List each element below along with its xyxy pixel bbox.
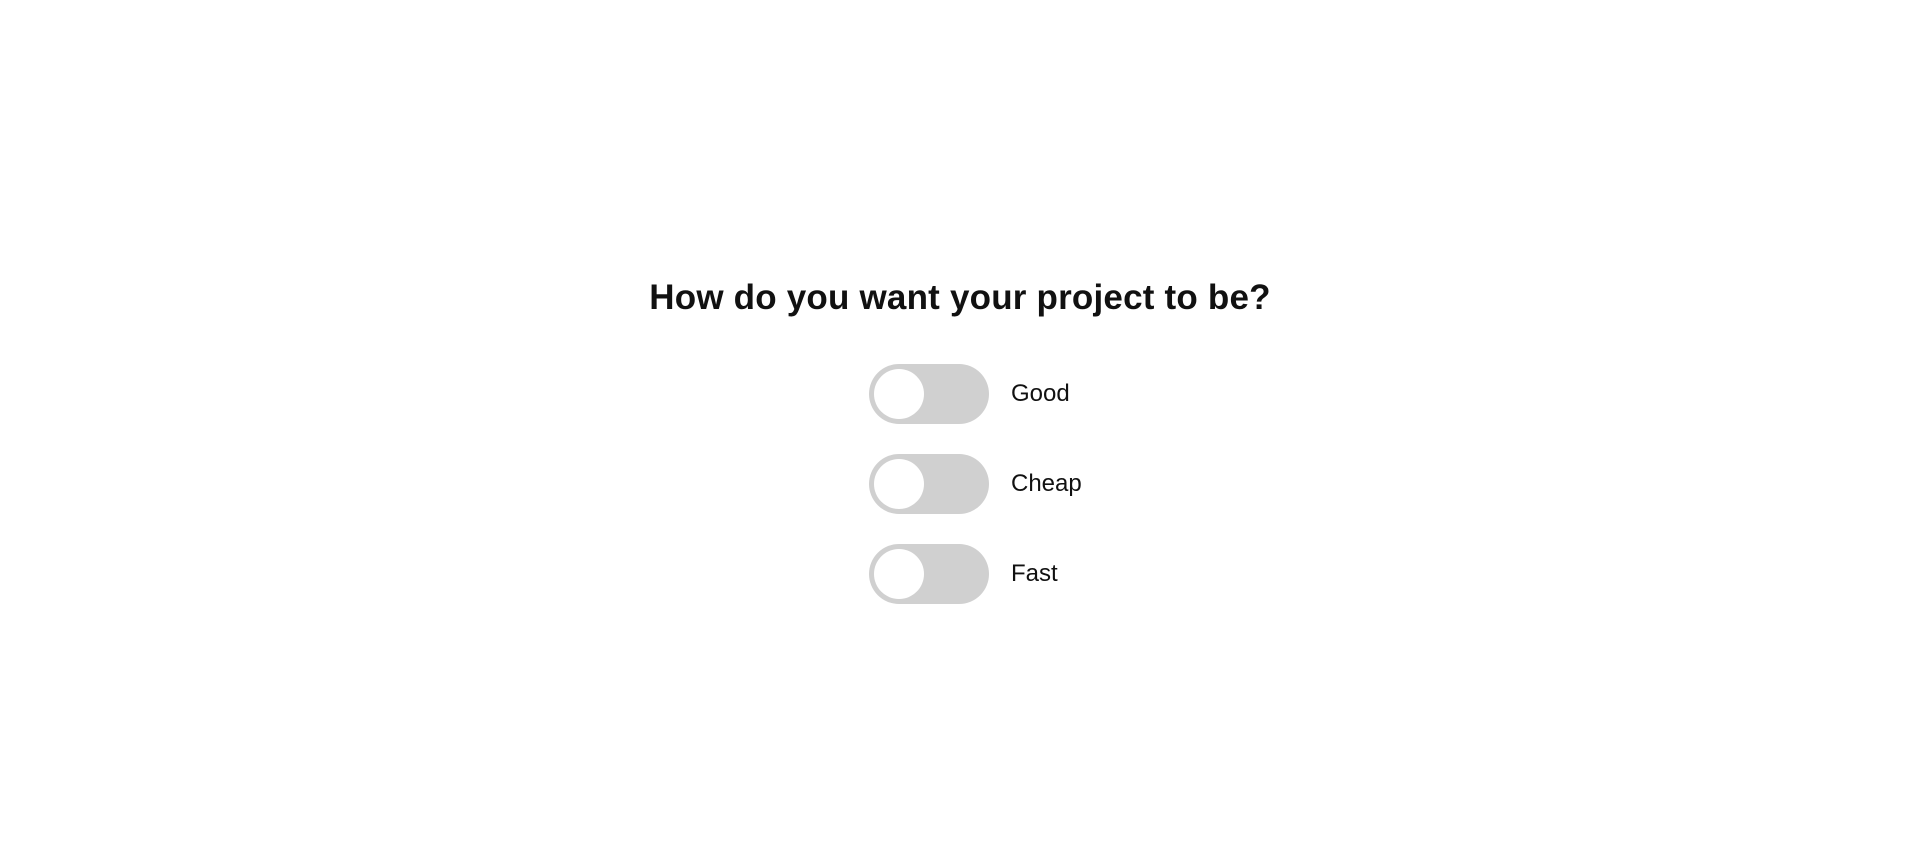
option-label-fast: Fast [1011,560,1058,587]
toggle-knob [874,549,924,599]
option-label-cheap: Cheap [1011,470,1082,497]
toggle-knob [874,369,924,419]
toggle-list: Good Cheap Fast [869,364,1129,634]
option-cheap: Cheap [869,454,1129,514]
option-good: Good [869,364,1129,424]
option-label-good: Good [1011,380,1070,407]
toggle-knob [874,459,924,509]
page: How do you want your project to be? Good… [0,0,1920,856]
toggle-cheap[interactable] [869,454,989,514]
toggle-fast[interactable] [869,544,989,604]
option-fast: Fast [869,544,1129,604]
page-title: How do you want your project to be? [649,278,1271,317]
toggle-good[interactable] [869,364,989,424]
